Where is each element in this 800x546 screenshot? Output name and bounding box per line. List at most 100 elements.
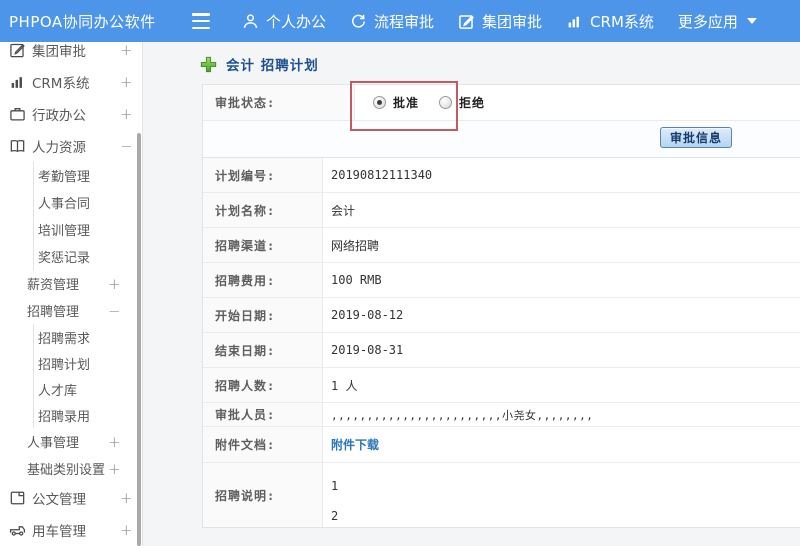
row-label: 审批状态: (203, 85, 355, 120)
sidebar-item-label: 薪资管理 (27, 278, 80, 293)
expand-plus-icon[interactable]: + (120, 105, 133, 123)
top-bar: PHPOA协同办公软件 个人办公 流程审批 集团审批 CRM系统 更多应用 (0, 0, 800, 42)
sidebar-item-admin-office[interactable]: 行政办公 + (0, 98, 142, 130)
table-row-approvers: 审批人员: ,,,,,,,,,,,,,,,,,,,,,,,,小尧女,,,,,,,… (203, 403, 800, 427)
sidebar-item-recruitment[interactable]: 招聘管理 − (0, 297, 142, 324)
sidebar-item-label: 基础类别设置 (27, 463, 106, 478)
sidebar-item-label: 奖惩记录 (38, 251, 91, 266)
sidebar-item-label: CRM系统 (32, 76, 90, 92)
attachment-download-link[interactable]: 附件下载 (331, 436, 379, 453)
row-value: 2019-08-31 (331, 343, 404, 357)
description-line: 1 (331, 479, 339, 493)
nav-label: 集团审批 (482, 12, 543, 31)
radio-unselected-icon (439, 96, 453, 109)
nav-personal-office[interactable]: 个人办公 (242, 11, 326, 32)
nav-workflow-approval[interactable]: 流程审批 (350, 11, 434, 32)
table-row-end-date: 结束日期: 2019-08-31 (203, 333, 800, 368)
sidebar-item-training[interactable]: 培训管理 (0, 216, 142, 243)
row-label: 审批人员: (203, 403, 323, 426)
table-row-approve-action: 审批信息 (203, 121, 800, 157)
sidebar-scrollbar-thumb[interactable] (137, 133, 141, 546)
expand-plus-icon[interactable]: + (120, 489, 133, 507)
expand-plus-icon[interactable]: + (108, 275, 121, 293)
row-value: 20190812111340 (331, 168, 433, 182)
nav-label: 个人办公 (266, 12, 327, 31)
hamburger-menu-icon[interactable] (192, 13, 214, 29)
top-nav: 个人办公 流程审批 集团审批 CRM系统 更多应用 (242, 11, 757, 32)
row-value: 1 2 (323, 463, 800, 527)
expand-plus-icon[interactable]: + (120, 521, 133, 539)
flow-icon (350, 13, 367, 30)
edit-square-icon (9, 42, 26, 59)
table-row-description: 招聘说明: 1 2 (203, 463, 800, 527)
table-row-attachment: 附件文档: 附件下载 (203, 427, 800, 463)
sidebar-item-recruit-hire[interactable]: 招聘录用 (0, 402, 142, 428)
sidebar-item-group-approval[interactable]: 集团审批 + (0, 42, 142, 66)
sidebar-item-attendance[interactable]: 考勤管理 (0, 162, 142, 189)
sidebar-item-label: 人才库 (38, 383, 78, 399)
page-title: 会计 招聘计划 (226, 58, 319, 74)
row-value: 批准 拒绝 (355, 85, 800, 120)
collapse-minus-icon[interactable]: − (120, 137, 133, 155)
radio-label: 批准 (393, 96, 420, 110)
table-row-plan-number: 计划编号: 20190812111340 (203, 158, 800, 193)
row-label: 附件文档: (203, 427, 323, 462)
row-label: 开始日期: (203, 298, 323, 332)
table-row-recruit-cost: 招聘费用: 100 RMB (203, 263, 800, 298)
sidebar-item-base-category[interactable]: 基础类别设置 + (0, 455, 142, 482)
car-icon (9, 522, 26, 539)
radio-label: 拒绝 (459, 96, 486, 110)
edit-square-icon (458, 13, 475, 30)
expand-plus-icon[interactable]: + (108, 433, 121, 451)
sidebar-item-label: 集团审批 (32, 44, 86, 60)
sidebar-item-human-resources[interactable]: 人力资源 − (0, 130, 142, 162)
expand-plus-icon[interactable]: + (120, 42, 133, 59)
sidebar-item-vehicle[interactable]: 用车管理 + (0, 514, 142, 546)
row-label: 招聘费用: (203, 263, 323, 297)
nav-group-approval[interactable]: 集团审批 (458, 11, 542, 32)
document-icon (9, 490, 26, 507)
collapse-minus-icon[interactable]: − (108, 302, 121, 320)
row-label: 计划编号: (203, 158, 323, 192)
sidebar-item-personnel[interactable]: 人事管理 + (0, 428, 142, 455)
table-row-plan-name: 计划名称: 会计 (203, 193, 800, 228)
sidebar-item-crm[interactable]: CRM系统 + (0, 66, 142, 98)
table-row-recruit-channel: 招聘渠道: 网络招聘 (203, 228, 800, 263)
sidebar-item-documents[interactable]: 公文管理 + (0, 482, 142, 514)
radio-reject[interactable]: 拒绝 (439, 94, 485, 111)
sidebar-item-label: 行政办公 (32, 108, 86, 124)
radio-approve[interactable]: 批准 (373, 94, 419, 111)
nav-label: 流程审批 (374, 12, 435, 31)
sidebar-item-recruit-demand[interactable]: 招聘需求 (0, 324, 142, 350)
table-row-headcount: 招聘人数: 1 人 (203, 368, 800, 403)
expand-plus-icon[interactable]: + (120, 73, 133, 91)
nav-label: CRM系统 (590, 12, 654, 31)
radio-selected-icon (373, 96, 386, 109)
nav-label: 更多应用 (677, 12, 738, 31)
main-content: 会计 招聘计划 审批状态: 批准 拒绝 审批信息 计划编号: 201908121… (144, 42, 800, 546)
nav-crm-system[interactable]: CRM系统 (566, 11, 654, 32)
row-label: 招聘人数: (203, 368, 323, 402)
sidebar-item-rewards[interactable]: 奖惩记录 (0, 243, 142, 270)
expand-plus-icon[interactable]: + (108, 460, 121, 478)
caret-down-icon (746, 18, 757, 24)
app-title: PHPOA协同办公软件 (9, 12, 156, 31)
approval-status-table: 审批状态: 批准 拒绝 审批信息 (202, 84, 800, 158)
sidebar-item-label: 人事合同 (38, 197, 91, 212)
sidebar-item-salary[interactable]: 薪资管理 + (0, 270, 142, 297)
sidebar-item-recruit-plan[interactable]: 招聘计划 (0, 350, 142, 376)
sidebar-item-talent-pool[interactable]: 人才库 (0, 376, 142, 402)
approve-info-button[interactable]: 审批信息 (659, 127, 732, 148)
row-label: 结束日期: (203, 333, 323, 367)
breadcrumb: 会计 招聘计划 (200, 54, 319, 74)
recruit-plan-detail-table: 计划编号: 20190812111340 计划名称: 会计 招聘渠道: 网络招聘… (202, 157, 800, 528)
sidebar-item-label: 招聘管理 (27, 305, 80, 320)
sidebar-item-label: 招聘录用 (38, 409, 91, 425)
person-icon (242, 13, 259, 30)
row-label: 招聘说明: (203, 463, 323, 527)
bar-chart-icon (566, 13, 583, 30)
sidebar-item-hr-contract[interactable]: 人事合同 (0, 189, 142, 216)
sidebar-item-label: 人事管理 (27, 436, 80, 451)
nav-more-apps[interactable]: 更多应用 (678, 11, 757, 32)
sidebar-item-label: 公文管理 (32, 492, 86, 508)
